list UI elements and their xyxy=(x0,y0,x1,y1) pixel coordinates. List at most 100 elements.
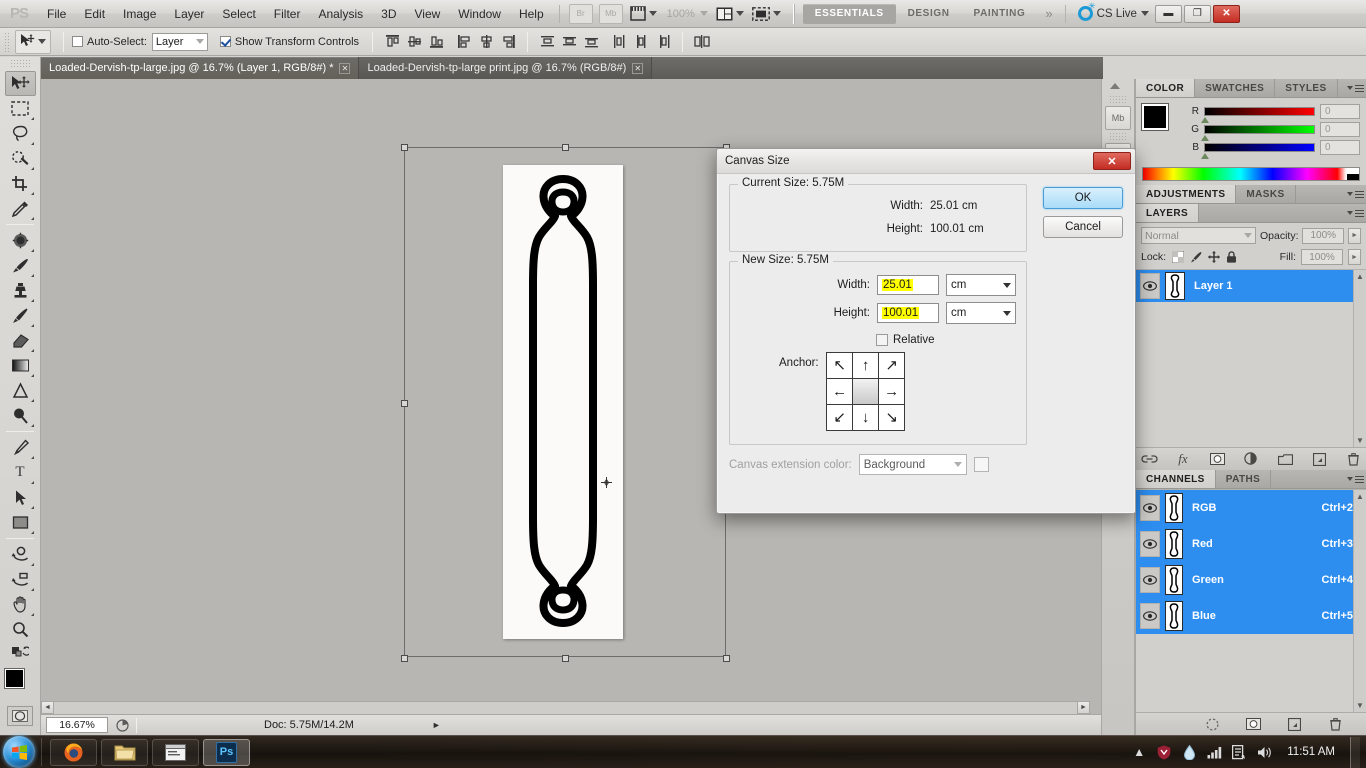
horizontal-type-tool[interactable]: T xyxy=(5,460,36,485)
zoom-tool[interactable] xyxy=(5,617,36,642)
fill-value[interactable]: 100% xyxy=(1301,249,1343,265)
anchor-top-left[interactable]: ↖ xyxy=(826,352,853,379)
transform-handle-top-left[interactable] xyxy=(401,144,408,151)
blur-tool[interactable] xyxy=(5,378,36,403)
document-tab-1[interactable]: Loaded-Dervish-tp-large.jpg @ 16.7% (Lay… xyxy=(41,57,359,79)
quick-selection-tool[interactable] xyxy=(5,146,36,171)
view-extras-button[interactable] xyxy=(626,3,661,25)
transform-handle-bottom-left[interactable] xyxy=(401,655,408,662)
distribute-vertical-centers-button[interactable] xyxy=(560,33,578,51)
color-panel-menu-button[interactable] xyxy=(1344,79,1366,97)
document-tab-2-close-icon[interactable]: ✕ xyxy=(632,63,643,74)
opacity-value[interactable]: 100% xyxy=(1302,228,1344,244)
screen-mode-button[interactable] xyxy=(748,3,785,25)
add-layer-mask-icon[interactable] xyxy=(1209,451,1226,468)
edit-in-quick-mask-mode-button[interactable] xyxy=(7,706,33,726)
auto-select-checkbox[interactable] xyxy=(72,36,83,47)
align-horizontal-centers-button[interactable] xyxy=(477,33,495,51)
dialog-close-button[interactable]: ✕ xyxy=(1093,152,1131,170)
tools-panel-grip[interactable] xyxy=(10,59,30,69)
launch-mini-bridge-button[interactable]: Mb xyxy=(599,4,623,24)
3d-camera-rotate-tool[interactable] xyxy=(5,567,36,592)
anchor-top-right[interactable]: ↗ xyxy=(878,352,905,379)
eraser-tool[interactable] xyxy=(5,328,36,353)
anchor-bottom-center[interactable]: ↓ xyxy=(852,404,879,431)
channel-thumbnail[interactable] xyxy=(1165,601,1183,631)
menu-filter[interactable]: Filter xyxy=(265,3,310,25)
fill-stepper[interactable]: ► xyxy=(1348,249,1361,265)
minimize-button[interactable]: ▬ xyxy=(1155,5,1182,23)
volume-icon[interactable] xyxy=(1256,744,1272,760)
menu-edit[interactable]: Edit xyxy=(75,3,114,25)
document-tab-1-close-icon[interactable]: ✕ xyxy=(339,63,350,74)
window-taskbar-button[interactable] xyxy=(152,739,199,766)
link-layers-icon[interactable] xyxy=(1141,451,1158,468)
lock-transparent-pixels-icon[interactable] xyxy=(1171,251,1184,264)
arrange-documents-button[interactable] xyxy=(712,3,748,25)
layers-panel-menu-button[interactable] xyxy=(1344,204,1366,222)
document-tab-2[interactable]: Loaded-Dervish-tp-large print.jpg @ 16.7… xyxy=(359,57,652,79)
new-width-unit-dropdown[interactable]: cm xyxy=(946,274,1016,296)
color-slider-thumb-r[interactable] xyxy=(1201,117,1209,123)
auto-select-target-dropdown[interactable]: Layer xyxy=(152,33,208,51)
layer-name[interactable]: Layer 1 xyxy=(1194,280,1233,292)
color-slider-thumb-g[interactable] xyxy=(1201,135,1209,141)
photoshop-taskbar-button[interactable]: Ps xyxy=(203,739,250,766)
align-top-edges-button[interactable] xyxy=(383,33,401,51)
distribute-left-edges-button[interactable] xyxy=(610,33,628,51)
anchor-bottom-right[interactable]: ↘ xyxy=(878,404,905,431)
rail-grip-2[interactable] xyxy=(1109,132,1127,141)
explorer-taskbar-button[interactable] xyxy=(101,739,148,766)
tab-color[interactable]: COLOR xyxy=(1136,79,1195,97)
hand-tool[interactable] xyxy=(5,592,36,617)
gradient-tool[interactable] xyxy=(5,353,36,378)
channel-visibility-toggle[interactable] xyxy=(1140,531,1160,557)
table-row[interactable]: Layer 1 xyxy=(1136,270,1366,302)
blend-mode-dropdown[interactable]: Normal xyxy=(1141,227,1256,244)
add-layer-style-icon[interactable]: fx xyxy=(1175,451,1192,468)
workspace-painting[interactable]: PAINTING xyxy=(962,4,1038,24)
color-value-b[interactable]: 0 xyxy=(1320,140,1360,155)
firefox-taskbar-button[interactable] xyxy=(50,739,97,766)
action-center-icon[interactable] xyxy=(1231,744,1247,760)
scroll-left-arrow-icon[interactable]: ◄ xyxy=(41,701,54,714)
spot-healing-brush-tool[interactable] xyxy=(5,228,36,253)
edit-toolbar-button[interactable] xyxy=(5,642,36,664)
transform-handle-middle-left[interactable] xyxy=(401,400,408,407)
new-fill-adjustment-layer-icon[interactable] xyxy=(1243,451,1260,468)
expand-panels-icon[interactable] xyxy=(1110,83,1120,89)
new-layer-icon[interactable] xyxy=(1311,451,1328,468)
layers-scroll-down-arrow-icon[interactable]: ▼ xyxy=(1354,436,1366,445)
color-slider-thumb-b[interactable] xyxy=(1201,153,1209,159)
status-proxy-preview-icon[interactable] xyxy=(116,719,129,732)
channel-visibility-toggle[interactable] xyxy=(1140,603,1160,629)
new-height-input[interactable]: 100.01 xyxy=(877,303,939,323)
menu-select[interactable]: Select xyxy=(213,3,264,25)
menu-layer[interactable]: Layer xyxy=(165,3,213,25)
move-tool[interactable] xyxy=(5,71,36,96)
align-right-edges-button[interactable] xyxy=(499,33,517,51)
menu-file[interactable]: File xyxy=(38,3,75,25)
lasso-tool[interactable] xyxy=(5,121,36,146)
menu-image[interactable]: Image xyxy=(114,3,165,25)
color-panel-foreground-swatch[interactable] xyxy=(1142,104,1168,130)
start-button[interactable] xyxy=(3,736,35,768)
anchor-bottom-left[interactable]: ↙ xyxy=(826,404,853,431)
workspace-essentials[interactable]: ESSENTIALS xyxy=(803,4,896,24)
antivirus-icon[interactable] xyxy=(1156,744,1172,760)
eyedropper-tool[interactable] xyxy=(5,196,36,221)
channels-panel-menu-button[interactable] xyxy=(1344,470,1366,488)
table-row[interactable]: Red Ctrl+3 xyxy=(1136,526,1366,562)
align-left-edges-button[interactable] xyxy=(455,33,473,51)
dodge-tool[interactable] xyxy=(5,403,36,428)
distribute-horizontal-centers-button[interactable] xyxy=(632,33,650,51)
color-slider-track-g[interactable] xyxy=(1204,125,1315,134)
layer-thumbnail[interactable] xyxy=(1165,272,1185,300)
relative-checkbox[interactable] xyxy=(876,334,888,346)
document-canvas[interactable] xyxy=(503,165,623,639)
zoom-percentage-field[interactable]: 16.67% xyxy=(46,717,108,733)
canvas-horizontal-scrollbar[interactable]: ◄ ► xyxy=(41,701,1090,714)
cs-live-button[interactable]: CS Live xyxy=(1072,6,1155,21)
tab-paths[interactable]: PATHS xyxy=(1216,470,1271,488)
load-channel-as-selection-icon[interactable] xyxy=(1204,716,1221,733)
